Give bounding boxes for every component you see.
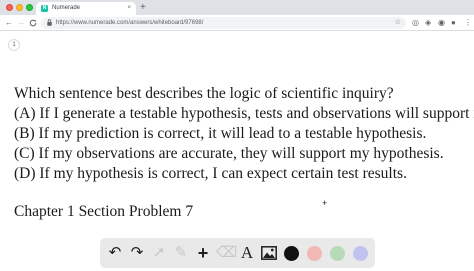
undo-icon[interactable]: ↶ bbox=[106, 244, 124, 262]
lock-icon bbox=[47, 19, 52, 26]
minimize-window-button[interactable] bbox=[16, 4, 23, 11]
question-stem: Which sentence best describes the logic … bbox=[14, 85, 394, 102]
answer-option-a: (A) If I generate a testable hypothesis,… bbox=[14, 105, 474, 122]
answer-option-c: (C) If my observations are accurate, the… bbox=[14, 145, 444, 162]
whiteboard-canvas[interactable]: 1 Which sentence best describes the logi… bbox=[0, 32, 474, 271]
pen-icon[interactable]: ✎ bbox=[172, 244, 190, 262]
color-swatch-lavender[interactable] bbox=[353, 246, 368, 261]
answer-option-d: (D) If my hypothesis is correct, I can e… bbox=[14, 165, 407, 182]
answer-option-b: (B) If my prediction is correct, it will… bbox=[14, 125, 427, 142]
color-swatch-pink[interactable] bbox=[307, 246, 322, 261]
maximize-window-button[interactable] bbox=[26, 4, 33, 11]
browser-menu-icon[interactable]: ⋮ bbox=[464, 17, 472, 28]
redo-icon[interactable]: ↷ bbox=[128, 244, 146, 262]
forward-arrow-icon[interactable]: → bbox=[17, 18, 25, 28]
tab-title: Numerade bbox=[52, 5, 81, 11]
drawing-toolbar: ↶ ↷ ➚ ✎ + ⌫ A bbox=[100, 238, 375, 268]
browser-tab[interactable]: N Numerade × bbox=[36, 2, 136, 15]
url-text[interactable]: https://www.numerade.com/answers/whitebo… bbox=[56, 18, 203, 28]
browser-toolbar: ← → https://www.numerade.com/answers/whi… bbox=[0, 15, 474, 31]
page-number-badge[interactable]: 1 bbox=[8, 39, 20, 51]
text-tool-icon[interactable]: A bbox=[238, 244, 256, 262]
reload-icon[interactable] bbox=[29, 18, 37, 30]
star-icon[interactable]: ☆ bbox=[395, 18, 401, 28]
profile-avatar-icon[interactable]: ● bbox=[451, 17, 456, 28]
crosshair-cursor-icon: + bbox=[322, 198, 328, 208]
back-arrow-icon[interactable]: ← bbox=[5, 18, 13, 28]
image-icon[interactable] bbox=[260, 244, 278, 262]
numerade-favicon-icon: N bbox=[41, 5, 48, 12]
eraser-icon[interactable]: ⌫ bbox=[216, 244, 237, 262]
browser-titlebar: N Numerade × + bbox=[0, 0, 474, 15]
tab-close-icon[interactable]: × bbox=[127, 4, 131, 13]
new-tab-button[interactable]: + bbox=[140, 2, 146, 13]
close-window-button[interactable] bbox=[6, 4, 13, 11]
question-text: Which sentence best describes the logic … bbox=[14, 84, 474, 184]
section-label: Chapter 1 Section Problem 7 bbox=[14, 203, 194, 220]
color-swatch-black[interactable] bbox=[284, 246, 299, 261]
extension-icon[interactable]: ◈ bbox=[425, 17, 431, 28]
extension-icon[interactable]: ◉ bbox=[438, 17, 445, 28]
extension-icon[interactable]: ◎ bbox=[412, 17, 419, 28]
address-bar[interactable]: https://www.numerade.com/answers/whitebo… bbox=[41, 17, 406, 29]
add-icon[interactable]: + bbox=[194, 244, 212, 262]
select-arrow-icon[interactable]: ➚ bbox=[150, 244, 168, 262]
color-swatch-green[interactable] bbox=[330, 246, 345, 261]
